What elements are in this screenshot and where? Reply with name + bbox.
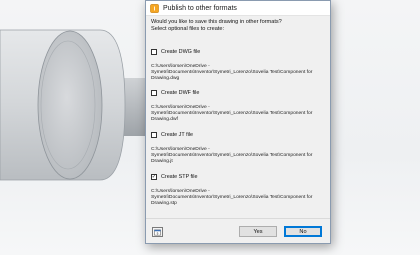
dwg-checkbox[interactable]	[151, 49, 157, 55]
dwf-checkbox[interactable]	[151, 90, 157, 96]
dwg-label[interactable]: Create DWG file	[161, 49, 200, 55]
help-icon: ?	[154, 223, 161, 241]
jt-path: C:\Users\lorsen\OneDrive - Symetri\Docum…	[151, 147, 313, 165]
option-stp: ✓ Create STP file C:\Users\lorsen\OneDri…	[151, 173, 327, 208]
inventor-app-icon: I	[150, 3, 159, 13]
jt-checkbox[interactable]	[151, 132, 157, 138]
stp-checkbox[interactable]: ✓	[151, 174, 157, 180]
option-jt: Create JT file C:\Users\lorsen\OneDrive …	[151, 131, 327, 166]
help-button[interactable]: ?	[152, 227, 163, 237]
dialog-subprompt: Select optional files to create:	[151, 26, 225, 32]
dialog-title: Publish to other formats	[163, 4, 237, 12]
stp-path: C:\Users\lorsen\OneDrive - Symetri\Docum…	[151, 189, 313, 207]
yes-button[interactable]: Yes	[239, 226, 277, 237]
dwf-path: C:\Users\lorsen\OneDrive - Symetri\Docum…	[151, 105, 313, 123]
no-button[interactable]: No	[284, 226, 322, 237]
option-dwg: Create DWG file C:\Users\lorsen\OneDrive…	[151, 48, 327, 83]
cylinder-model	[0, 29, 150, 181]
option-dwf: Create DWF file C:\Users\lorsen\OneDrive…	[151, 89, 327, 124]
dialog-question: Would you like to save this drawing in o…	[151, 19, 282, 25]
dwg-path: C:\Users\lorsen\OneDrive - Symetri\Docum…	[151, 64, 313, 82]
dialog-titlebar[interactable]: I Publish to other formats	[146, 1, 330, 16]
footer-divider	[146, 218, 330, 219]
stp-label[interactable]: Create STP file	[161, 174, 197, 180]
svg-text:?: ?	[156, 232, 158, 236]
dwf-label[interactable]: Create DWF file	[161, 90, 199, 96]
jt-label[interactable]: Create JT file	[161, 132, 193, 138]
publish-dialog: I Publish to other formats Would you lik…	[145, 0, 331, 244]
